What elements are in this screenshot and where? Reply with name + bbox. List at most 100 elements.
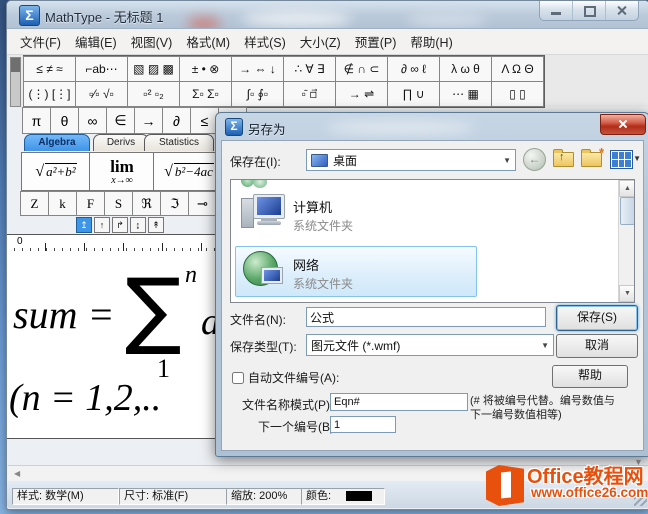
template-fraction-radical-icon[interactable]: ▫⁄▫ √▫ — [75, 81, 128, 107]
save-button[interactable]: 保存(S) — [556, 305, 638, 331]
save-in-label: 保存在(I): — [230, 153, 281, 170]
status-size: 尺寸: 标准(F) — [119, 488, 229, 505]
menu-format[interactable]: 格式(M) — [179, 28, 237, 55]
tab-stop-bar-button[interactable]: ↟ — [148, 217, 164, 233]
symbol-pi-button[interactable]: π — [22, 107, 51, 134]
symbol-multimap-button[interactable]: ⊸ — [188, 191, 217, 216]
ruler-zero-label: 0 — [17, 236, 25, 247]
chevron-down-icon[interactable]: ▼ — [503, 156, 511, 165]
auto-number-label: 自动文件编号(A): — [248, 369, 339, 386]
template-overbar-vector-icon[interactable]: ▫̄ ▫⃗ — [283, 81, 336, 107]
back-button[interactable]: ← — [523, 148, 546, 171]
palette-embellishments-icon[interactable]: ▧ ▨ ▩ — [127, 56, 180, 82]
status-zoom: 缩放: 200% — [226, 488, 304, 505]
template-fences-icon[interactable]: (⋮) [⋮] — [23, 81, 76, 107]
file-type-combobox[interactable]: 图元文件 (*.wmf) ▼ — [306, 334, 554, 356]
restore-button[interactable] — [573, 1, 606, 20]
minimize-button[interactable] — [540, 1, 573, 20]
chevron-down-icon: ▼ — [633, 154, 641, 163]
palette-logic-icon[interactable]: ∴ ∀ ∃ — [283, 56, 336, 82]
tab-algebra[interactable]: Algebra — [24, 134, 90, 151]
palette-operators-icon[interactable]: ± • ⊗ — [179, 56, 232, 82]
letter-z-button[interactable]: Z — [20, 191, 49, 216]
help-button[interactable]: 帮助 — [552, 365, 628, 388]
template-product-union-icon[interactable]: ∏ ∪ — [387, 81, 440, 107]
tab-statistics[interactable]: Statistics — [144, 134, 214, 151]
palette-spaces-icon[interactable]: ⌐ab⋯ — [75, 56, 128, 82]
scroll-down-icon[interactable]: ▼ — [619, 285, 635, 302]
office-logo-icon — [486, 465, 524, 506]
palette-relational-icon[interactable]: ≤ ≠ ≈ — [23, 56, 76, 82]
tab-stop-decimal-button[interactable]: ↨ — [130, 217, 146, 233]
tab-stop-left-button[interactable]: ↥ — [76, 217, 92, 233]
formula-lhs: sum = — [13, 295, 114, 335]
menu-file[interactable]: 文件(F) — [13, 28, 68, 55]
chevron-down-icon[interactable]: ▼ — [541, 341, 549, 350]
next-number-input[interactable] — [330, 416, 396, 433]
views-menu-button[interactable]: ▼ — [610, 149, 641, 168]
letter-s-button[interactable]: S — [104, 191, 133, 216]
letter-f-button[interactable]: F — [76, 191, 105, 216]
symbol-element-button[interactable]: ∈ — [106, 107, 135, 134]
desktop: Σ MathType - 无标题 1 文件(F) 编辑(E) 视图(V) 格式(… — [0, 0, 648, 514]
template-matrix-icon[interactable]: ⋯ ▦ — [439, 81, 492, 107]
sigma-glyph: Σ — [230, 119, 237, 133]
scroll-left-icon[interactable]: ◀ — [14, 469, 20, 478]
menu-size[interactable]: 大小(Z) — [293, 28, 348, 55]
palette-sets-icon[interactable]: ∉ ∩ ⊂ — [335, 56, 388, 82]
dialog-title: 另存为 — [248, 119, 286, 138]
cancel-button[interactable]: 取消 — [556, 334, 638, 358]
sigma-glyph: Σ — [25, 7, 33, 23]
file-list-scrollbar[interactable]: ▲ ▼ — [618, 180, 634, 302]
menu-style[interactable]: 样式(S) — [237, 28, 293, 55]
letter-k-button[interactable]: k — [48, 191, 77, 216]
template-sqrt-a2b2-button[interactable]: √a²+b² — [21, 152, 91, 191]
template-limit-button[interactable]: lim x→∞ — [89, 152, 155, 191]
symbol-arrow-button[interactable]: → — [134, 107, 163, 134]
letter-fraktur-a-button[interactable]: ℜ — [132, 191, 161, 216]
palette-greek-lower-icon[interactable]: λ ω θ — [439, 56, 492, 82]
template-integral-icon[interactable]: ∫▫ ∮▫ — [231, 81, 284, 107]
template-summation-icon[interactable]: Σ▫ Σ▫ — [179, 81, 232, 107]
pattern-note: (# 将被编号代替。编号数值与 下一编号数值相等) — [470, 394, 642, 422]
save-in-combobox[interactable]: 桌面 ▼ — [306, 149, 516, 171]
symbol-infinity-button[interactable]: ∞ — [78, 107, 107, 134]
palette-misc-icon[interactable]: ∂ ∞ ℓ — [387, 56, 440, 82]
titlebar[interactable]: Σ MathType - 无标题 1 — [7, 1, 648, 29]
toolbar-grip[interactable] — [10, 57, 21, 107]
tab-stop-right-button[interactable]: ↱ — [112, 217, 128, 233]
menu-preferences[interactable]: 预置(P) — [348, 28, 404, 55]
new-folder-button[interactable]: * — [581, 152, 602, 167]
file-item-computer[interactable]: 计算机 — [293, 197, 332, 216]
symbol-partial-button[interactable]: ∂ — [162, 107, 191, 134]
file-item-network[interactable]: 网络 — [293, 255, 319, 274]
letter-style-bar: Z k F S ℜ ℑ ⊸ ⊗ — [21, 191, 245, 216]
palette-greek-upper-icon[interactable]: Λ Ω Θ — [491, 56, 544, 82]
symbol-theta-button[interactable]: θ — [50, 107, 79, 134]
palette-arrows-icon[interactable]: → ⇔ ↓ — [231, 56, 284, 82]
scrollbar-thumb[interactable] — [620, 197, 635, 225]
dialog-titlebar[interactable]: Σ 另存为 — [216, 113, 648, 140]
letter-fraktur-m-button[interactable]: ℑ — [160, 191, 189, 216]
homegroup-icon-partial — [241, 179, 271, 188]
template-labeled-arrows-icon[interactable]: → ⇌ — [335, 81, 388, 107]
pattern-input[interactable] — [330, 393, 468, 411]
titlebar-blur-blob — [242, 11, 352, 27]
menu-view[interactable]: 视图(V) — [124, 28, 180, 55]
auto-number-checkbox[interactable] — [232, 372, 244, 384]
file-name-input[interactable] — [306, 307, 546, 327]
menu-help[interactable]: 帮助(H) — [403, 28, 459, 55]
scroll-up-icon[interactable]: ▲ — [619, 180, 635, 197]
dialog-close-button[interactable] — [600, 114, 646, 135]
close-icon — [622, 119, 624, 129]
mathtype-app-icon: Σ — [19, 5, 40, 26]
up-one-level-button[interactable]: ↑ — [553, 152, 574, 167]
template-subscript-superscript-icon[interactable]: ▫² ▫₂ — [127, 81, 180, 107]
menu-edit[interactable]: 编辑(E) — [68, 28, 124, 55]
file-list[interactable]: 计算机 系统文件夹 网络 系统文件夹 ▲ ▼ — [230, 179, 635, 303]
tab-derivs[interactable]: Derivs — [93, 134, 149, 151]
small-symbol-bar: π θ ∞ ∈ → ∂ ≤ ≠ — [23, 107, 247, 134]
tab-stop-center-button[interactable]: ↑ — [94, 217, 110, 233]
template-boxes-icon[interactable]: ▯ ▯ — [491, 81, 544, 107]
close-button[interactable] — [606, 1, 638, 20]
